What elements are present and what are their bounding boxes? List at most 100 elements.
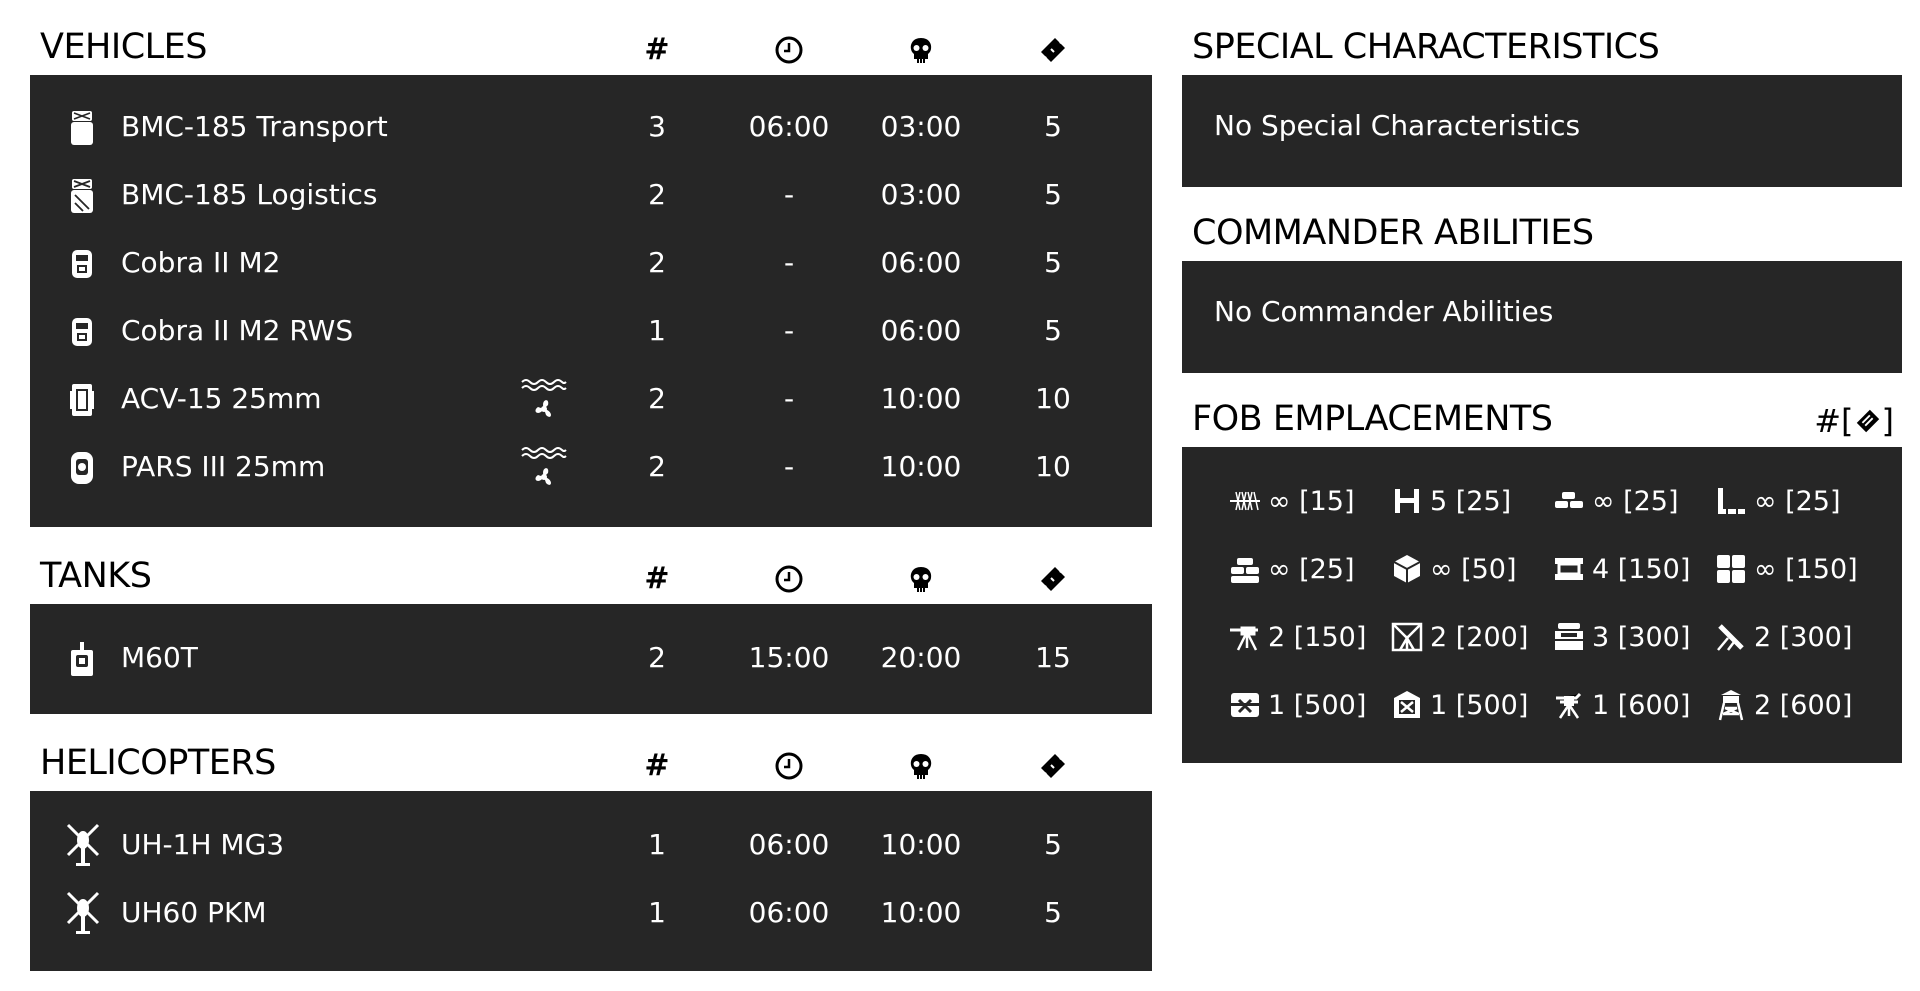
commander-title: COMMANDER ABILITIES <box>1192 213 1594 253</box>
clock-icon <box>769 751 809 781</box>
count-header: # <box>644 32 670 67</box>
count-header: # <box>644 748 670 783</box>
unit-name: UH-1H MG3 <box>121 828 285 861</box>
initial-delay: 10:00 <box>880 382 962 415</box>
fob-count-label-end: ] <box>1881 402 1894 440</box>
unit-count: 1 <box>648 896 666 929</box>
jeep-icon <box>68 313 96 351</box>
fob-title: FOB EMPLACEMENTS <box>1192 399 1553 439</box>
razorwire-icon <box>1228 484 1262 518</box>
special-title: SPECIAL CHARACTERISTICS <box>1192 27 1660 67</box>
unit-name: BMC-185 Transport <box>121 110 388 143</box>
unit-count: 2 <box>648 450 666 483</box>
helicopter-row: UH60 PKM 1 06:00 10:00 5 <box>30 879 1152 947</box>
respawn-time: 15:00 <box>748 641 830 674</box>
helicopters-panel: UH-1H MG3 1 06:00 10:00 5 UH60 PKM 1 06:00 10:00… <box>30 791 1152 971</box>
fob-item-value: 2 [300] <box>1754 621 1853 653</box>
fob-item: 2 [200] <box>1390 617 1528 657</box>
helicopters-header: HELICOPTERS # <box>30 738 1152 791</box>
helicopter-row: UH-1H MG3 1 06:00 10:00 5 <box>30 811 1152 879</box>
initial-delay: 06:00 <box>880 314 962 347</box>
fob-cost-header: #[ ] <box>1814 402 1894 440</box>
unit-count: 2 <box>648 641 666 674</box>
respawn-time: 06:00 <box>748 896 830 929</box>
vehicle-row: PARS III 25mm 2 - 10:00 10 <box>30 433 1152 501</box>
fob-item-value: ∞ [25] <box>1754 485 1841 517</box>
initial-delay: 03:00 <box>880 110 962 143</box>
unit-count: 2 <box>648 246 666 279</box>
fob-item: ∞ [15] <box>1228 481 1355 521</box>
respawn-time: - <box>783 450 795 483</box>
fob-item: ∞ [25] <box>1228 549 1355 589</box>
vehicle-row: BMC-185 Transport 3 06:00 03:00 5 <box>30 93 1152 161</box>
watchtower-icon <box>1714 688 1748 722</box>
initial-delay: 20:00 <box>880 641 962 674</box>
ammo-crate-icon <box>1390 552 1424 586</box>
unit-count: 1 <box>648 828 666 861</box>
special-panel: No Special Characteristics <box>1182 75 1902 187</box>
respawn-time: - <box>783 382 795 415</box>
vehicles-header: VEHICLES # <box>30 22 1152 75</box>
unit-name: UH60 PKM <box>121 896 267 929</box>
ticket-cost: 5 <box>1044 314 1062 347</box>
tank-row: M60T 2 15:00 20:00 15 <box>30 624 1152 692</box>
bunker-icon <box>1552 620 1586 654</box>
fob-panel: ∞ [15] 5 [25] ∞ [25] ∞ [25] ∞ [25] ∞ [50] 4 [1… <box>1182 447 1902 763</box>
apc-icon <box>68 449 96 487</box>
ticket-icon <box>1033 35 1073 65</box>
fob-item: ∞ [25] <box>1714 481 1841 521</box>
unit-name: Cobra II M2 <box>121 246 281 279</box>
fob-item: 1 [600] <box>1552 685 1690 725</box>
ticket-cost: 5 <box>1044 828 1062 861</box>
vehicles-panel: BMC-185 Transport 3 06:00 03:00 5 BMC-185 Log… <box>30 75 1152 527</box>
barrier-icon <box>1552 552 1586 586</box>
initial-delay: 10:00 <box>880 450 962 483</box>
skull-icon <box>901 564 941 594</box>
tank-trap-icon <box>1390 484 1424 518</box>
unit-count: 2 <box>648 178 666 211</box>
fob-item-value: 2 [600] <box>1754 689 1853 721</box>
unit-name: M60T <box>121 641 198 674</box>
fob-item-value: ∞ [15] <box>1268 485 1355 517</box>
fob-item: 2 [600] <box>1714 685 1852 725</box>
jeep-icon <box>68 245 96 283</box>
aa-emplacement-icon <box>1552 688 1586 722</box>
repair-station-icon <box>1390 688 1424 722</box>
fob-header: FOB EMPLACEMENTS #[ ] <box>1182 394 1902 447</box>
fob-item: 3 [300] <box>1552 617 1690 657</box>
ticket-icon <box>1033 751 1073 781</box>
fob-item-value: ∞ [25] <box>1268 553 1355 585</box>
skull-icon <box>901 35 941 65</box>
sandbag-wall-icon <box>1552 484 1586 518</box>
skull-icon <box>901 751 941 781</box>
clock-icon <box>769 564 809 594</box>
tanks-panel: M60T 2 15:00 20:00 15 <box>30 604 1152 714</box>
tank-icon <box>68 640 96 678</box>
clock-icon <box>769 35 809 65</box>
sandbag-bunker-icon <box>1228 552 1262 586</box>
amphibious-icon <box>520 445 568 493</box>
unit-count: 3 <box>648 110 666 143</box>
commander-text: No Commander Abilities <box>1214 295 1554 328</box>
respawn-time: - <box>783 178 795 211</box>
unit-name: Cobra II M2 RWS <box>121 314 354 347</box>
count-header: # <box>644 561 670 596</box>
fob-item-value: 5 [25] <box>1430 485 1512 517</box>
fob-item: 1 [500] <box>1390 685 1528 725</box>
initial-delay: 10:00 <box>880 896 962 929</box>
fob-item-value: ∞ [50] <box>1430 553 1517 585</box>
unit-name: BMC-185 Logistics <box>121 178 378 211</box>
vehicle-row: Cobra II M2 2 - 06:00 5 <box>30 229 1152 297</box>
left-column: VEHICLES # BMC-185 Transport 3 06:00 03:00 5… <box>30 22 1152 971</box>
sandbag-corner-icon <box>1714 484 1748 518</box>
initial-delay: 06:00 <box>880 246 962 279</box>
fob-item: 5 [25] <box>1390 481 1511 521</box>
ticket-cost: 10 <box>1035 450 1071 483</box>
fob-item-value: 1 [500] <box>1430 689 1529 721</box>
unit-name: ACV-15 25mm <box>121 382 322 415</box>
fob-item-value: 2 [150] <box>1268 621 1367 653</box>
commander-header: COMMANDER ABILITIES <box>1182 208 1902 261</box>
truck-logistics-icon <box>68 177 96 215</box>
amphibious-icon <box>520 377 568 425</box>
fob-item: ∞ [50] <box>1390 549 1517 589</box>
